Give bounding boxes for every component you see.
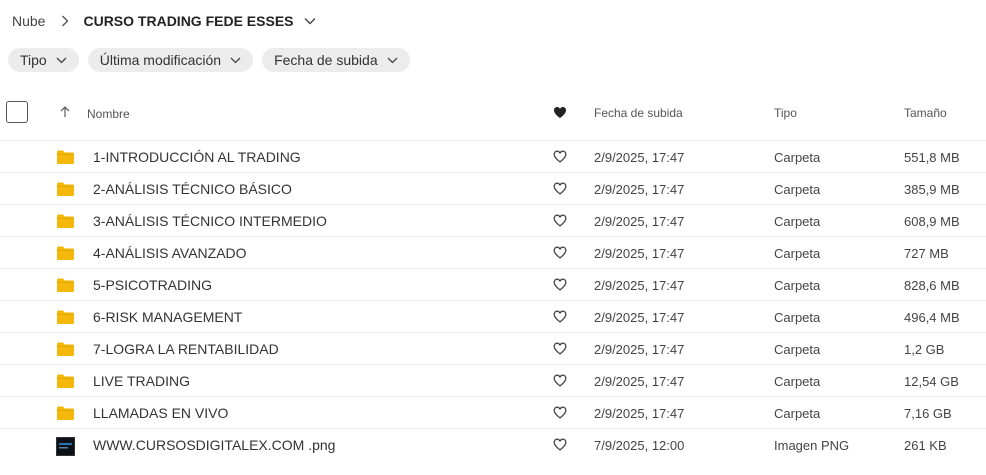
file-type: Carpeta: [774, 406, 821, 421]
file-list: 1-INTRODUCCIÓN AL TRADING 2/9/2025, 17:4…: [0, 140, 986, 460]
file-size: 1,2 GB: [904, 342, 945, 357]
file-size: 12,54 GB: [904, 374, 959, 389]
folder-icon: [56, 405, 75, 424]
table-row[interactable]: 4-ANÁLISIS AVANZADO 2/9/2025, 17:47 Carp…: [0, 236, 986, 268]
breadcrumb-root-link[interactable]: Nube: [12, 13, 45, 29]
folder-icon: [56, 181, 75, 200]
table-row[interactable]: 7-LOGRA LA RENTABILIDAD 2/9/2025, 17:47 …: [0, 332, 986, 364]
table-row[interactable]: 1-INTRODUCCIÓN AL TRADING 2/9/2025, 17:4…: [0, 140, 986, 172]
table-row[interactable]: WWW.CURSOSDIGITALEX.COM .png 7/9/2025, 1…: [0, 428, 986, 460]
folder-icon: [56, 309, 75, 328]
sort-ascending-arrow-icon[interactable]: [60, 106, 70, 121]
breadcrumb-current-folder[interactable]: CURSO TRADING FEDE ESSES: [83, 13, 293, 29]
file-name[interactable]: 3-ANÁLISIS TÉCNICO INTERMEDIO: [93, 213, 327, 229]
favorite-heart-icon[interactable]: [553, 438, 567, 454]
file-upload-date: 2/9/2025, 17:47: [594, 374, 685, 389]
file-upload-date: 7/9/2025, 12:00: [594, 438, 685, 453]
favorite-heart-icon[interactable]: [553, 150, 567, 166]
breadcrumb: Nube CURSO TRADING FEDE ESSES: [12, 11, 316, 31]
filter-last-modified-chip[interactable]: Última modificación: [87, 48, 254, 72]
file-upload-date: 2/9/2025, 17:47: [594, 150, 685, 165]
column-header-name[interactable]: Nombre: [87, 107, 130, 121]
file-upload-date: 2/9/2025, 17:47: [594, 310, 685, 325]
favorites-heart-filled-icon[interactable]: [553, 106, 567, 122]
file-name[interactable]: 1-INTRODUCCIÓN AL TRADING: [93, 149, 301, 165]
file-size: 828,6 MB: [904, 278, 960, 293]
file-size: 608,9 MB: [904, 214, 960, 229]
file-name[interactable]: 2-ANÁLISIS TÉCNICO BÁSICO: [93, 181, 292, 197]
filter-label: Última modificación: [99, 52, 222, 68]
favorite-heart-icon[interactable]: [553, 278, 567, 294]
chevron-right-icon: [61, 15, 69, 27]
file-name[interactable]: LLAMADAS EN VIVO: [93, 405, 228, 421]
image-thumbnail-icon: [56, 437, 75, 459]
file-size: 496,4 MB: [904, 310, 960, 325]
folder-icon: [56, 341, 75, 360]
file-upload-date: 2/9/2025, 17:47: [594, 214, 685, 229]
table-row[interactable]: LIVE TRADING 2/9/2025, 17:47 Carpeta 12,…: [0, 364, 986, 396]
favorite-heart-icon[interactable]: [553, 406, 567, 422]
file-size: 727 MB: [904, 246, 949, 261]
favorite-heart-icon[interactable]: [553, 342, 567, 358]
filter-label: Fecha de subida: [274, 52, 378, 68]
file-name[interactable]: LIVE TRADING: [93, 373, 190, 389]
file-name[interactable]: 4-ANÁLISIS AVANZADO: [93, 245, 247, 261]
file-type: Carpeta: [774, 246, 821, 261]
filter-upload-date-chip[interactable]: Fecha de subida: [262, 48, 410, 72]
favorite-heart-icon[interactable]: [553, 214, 567, 230]
chevron-down-icon: [56, 57, 67, 64]
filter-type-chip[interactable]: Tipo: [8, 48, 79, 72]
table-row[interactable]: 6-RISK MANAGEMENT 2/9/2025, 17:47 Carpet…: [0, 300, 986, 332]
file-type: Carpeta: [774, 278, 821, 293]
table-header: Nombre Fecha de subida Tipo Tamaño: [0, 98, 986, 130]
file-type: Carpeta: [774, 374, 821, 389]
file-size: 7,16 GB: [904, 406, 952, 421]
table-row[interactable]: 5-PSICOTRADING 2/9/2025, 17:47 Carpeta 8…: [0, 268, 986, 300]
folder-icon: [56, 245, 75, 264]
file-upload-date: 2/9/2025, 17:47: [594, 278, 685, 293]
file-upload-date: 2/9/2025, 17:47: [594, 182, 685, 197]
column-header-type[interactable]: Tipo: [774, 106, 797, 120]
file-name[interactable]: 7-LOGRA LA RENTABILIDAD: [93, 341, 279, 357]
file-type: Carpeta: [774, 214, 821, 229]
file-upload-date: 2/9/2025, 17:47: [594, 342, 685, 357]
folder-icon: [56, 373, 75, 392]
file-type: Carpeta: [774, 342, 821, 357]
select-all-checkbox[interactable]: [6, 101, 28, 123]
file-type: Carpeta: [774, 150, 821, 165]
file-type: Carpeta: [774, 310, 821, 325]
folder-icon: [56, 277, 75, 296]
favorite-heart-icon[interactable]: [553, 374, 567, 390]
file-size: 385,9 MB: [904, 182, 960, 197]
file-upload-date: 2/9/2025, 17:47: [594, 246, 685, 261]
file-name[interactable]: WWW.CURSOSDIGITALEX.COM .png: [93, 437, 335, 453]
chevron-down-icon: [387, 57, 398, 64]
favorite-heart-icon[interactable]: [553, 310, 567, 326]
favorite-heart-icon[interactable]: [553, 182, 567, 198]
column-header-upload-date[interactable]: Fecha de subida: [594, 106, 683, 120]
table-row[interactable]: 2-ANÁLISIS TÉCNICO BÁSICO 2/9/2025, 17:4…: [0, 172, 986, 204]
filter-bar: Tipo Última modificación Fecha de subida: [8, 48, 410, 72]
column-header-size[interactable]: Tamaño: [904, 106, 947, 120]
file-type: Imagen PNG: [774, 438, 850, 453]
chevron-down-icon: [230, 57, 241, 64]
folder-icon: [56, 213, 75, 232]
file-name[interactable]: 6-RISK MANAGEMENT: [93, 309, 242, 325]
file-size: 261 KB: [904, 438, 947, 453]
table-row[interactable]: LLAMADAS EN VIVO 2/9/2025, 17:47 Carpeta…: [0, 396, 986, 428]
table-row[interactable]: 3-ANÁLISIS TÉCNICO INTERMEDIO 2/9/2025, …: [0, 204, 986, 236]
file-type: Carpeta: [774, 182, 821, 197]
filter-label: Tipo: [20, 52, 47, 68]
file-upload-date: 2/9/2025, 17:47: [594, 406, 685, 421]
file-size: 551,8 MB: [904, 150, 960, 165]
file-name[interactable]: 5-PSICOTRADING: [93, 277, 212, 293]
favorite-heart-icon[interactable]: [553, 246, 567, 262]
folder-icon: [56, 149, 75, 168]
chevron-down-icon[interactable]: [304, 17, 316, 25]
